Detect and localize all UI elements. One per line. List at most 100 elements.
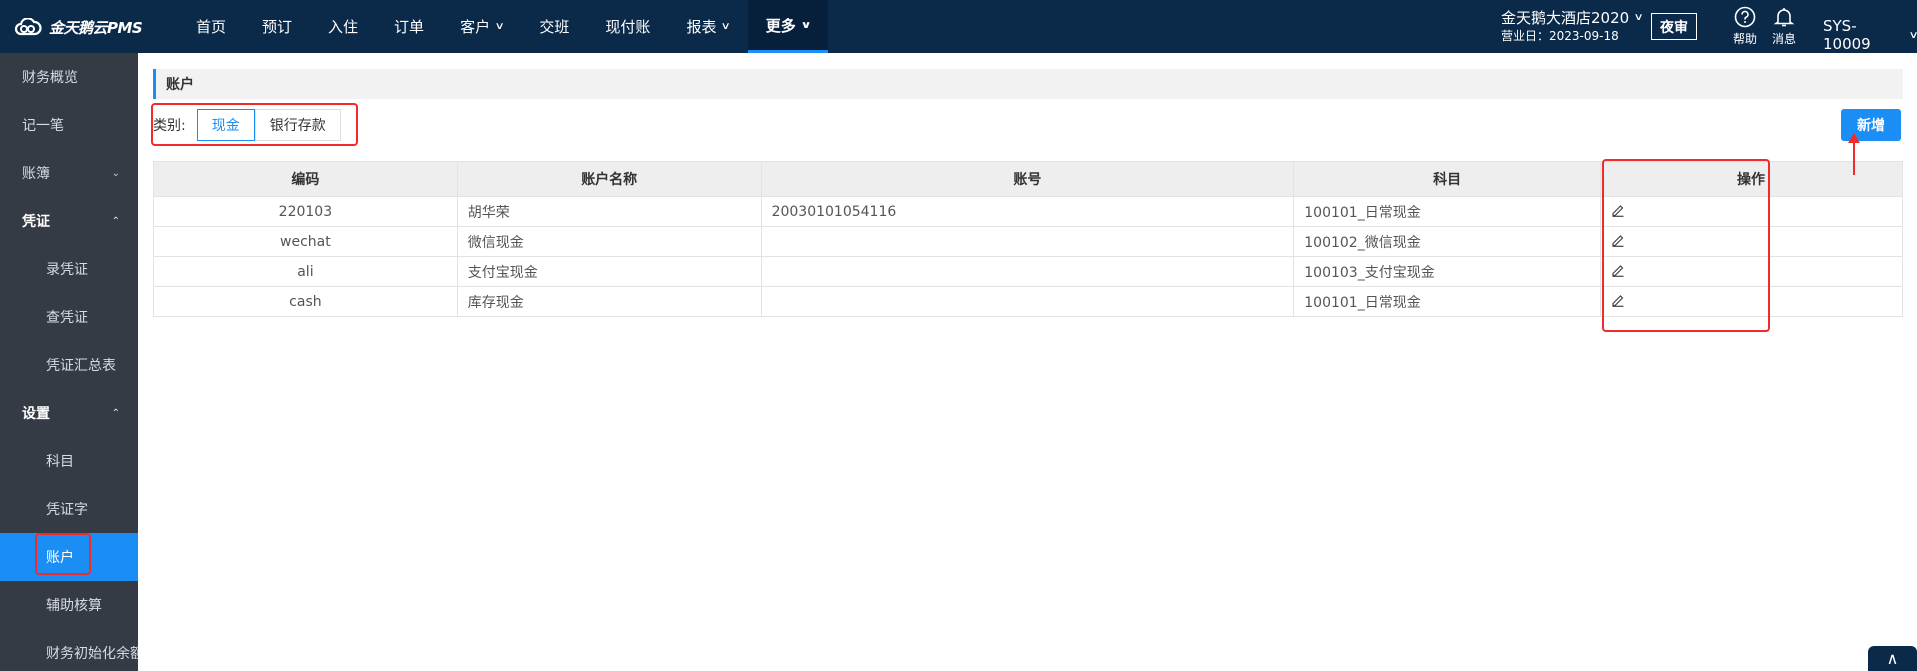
table-cell: 支付宝现金 — [456, 256, 762, 287]
sidebar-item-label: 账户 — [46, 550, 74, 566]
actions-cell — [1600, 256, 1903, 287]
sidebar-item-label: 录凭证 — [46, 262, 88, 278]
help-button[interactable]: 帮助 — [1727, 6, 1763, 47]
accounts-table: 编码 账户名称 账号 科目 操作 220103 胡华荣 20030101054116 1001… — [153, 161, 1903, 317]
category-segmented-control: 现金 银行存款 — [196, 108, 341, 141]
table-body: 220103 胡华荣 20030101054116 100101_日常现金 wechat… — [153, 196, 1903, 317]
table-cell: 20030101054116 — [760, 196, 1295, 227]
table-cell: 100102_微信现金 — [1293, 226, 1602, 257]
hotel-name: 金天鹅大酒店2020 — [1501, 9, 1630, 27]
sidebar-item[interactable]: 账户 — [0, 533, 138, 581]
nav-item[interactable]: 更多 ∨ — [747, 0, 828, 53]
category-filter: 类别: 现金 银行存款 — [153, 108, 341, 141]
nav-item[interactable]: 报表 ∨ — [668, 0, 747, 53]
sidebar-item[interactable]: 科目 — [0, 437, 138, 485]
actions-cell — [1600, 226, 1903, 257]
nav-item[interactable]: 交班 — [521, 0, 587, 53]
column-header: 账号 — [760, 161, 1295, 197]
column-header: 科目 — [1293, 161, 1602, 197]
sidebar-item[interactable]: 凭证汇总表 — [0, 341, 138, 389]
table-cell: ali — [153, 256, 458, 287]
table-cell — [760, 286, 1295, 317]
nav-item-label: 更多 — [765, 16, 796, 35]
main-nav: 首页 预订 入住 订单 客户 ∨ 交班 现付账 报表 ∨ 更多 ∨ — [178, 0, 828, 53]
nav-item[interactable]: 入住 — [310, 0, 376, 53]
sidebar-item[interactable]: 查凭证 — [0, 293, 138, 341]
chevron-down-icon: ⌄ — [111, 167, 120, 179]
table-cell — [760, 256, 1295, 287]
category-option[interactable]: 银行存款 — [254, 108, 341, 141]
nav-item[interactable]: 订单 — [376, 0, 442, 53]
user-name: SYS-10009 — [1823, 17, 1871, 53]
column-header: 操作 — [1600, 161, 1903, 197]
table-cell: 100103_支付宝现金 — [1293, 256, 1602, 287]
app-logo[interactable]: 金天鹅云PMS — [13, 16, 143, 38]
cloud-icon — [14, 18, 42, 36]
chevron-down-icon: ∨ — [800, 19, 812, 31]
hotel-selector[interactable]: 金天鹅大酒店2020 ∨ 营业日：2023-09-18 — [1501, 9, 1644, 45]
sidebar-item[interactable]: 财务初始化余额 — [0, 629, 138, 671]
sidebar-item-label: 凭证 — [22, 214, 50, 230]
table-row: wechat 微信现金 100102_微信现金 — [153, 226, 1903, 257]
actions-cell — [1600, 286, 1903, 317]
table-cell: 100101_日常现金 — [1293, 286, 1602, 317]
edit-icon[interactable] — [1611, 263, 1625, 277]
sidebar-item[interactable]: 凭证 ⌃ — [0, 197, 138, 245]
nav-item-label: 订单 — [394, 18, 425, 36]
column-header: 账户名称 — [456, 161, 762, 197]
sidebar-item[interactable]: 账簿 ⌄ — [0, 149, 138, 197]
sidebar: 财务概览记一笔账簿 ⌄ 凭证 ⌃ 录凭证查凭证凭证汇总表 设置 ⌃ 科目凭证字账户辅助核算财务… — [0, 53, 138, 671]
actions-cell — [1600, 196, 1903, 227]
user-menu[interactable]: SYS-10009 ∨ — [1823, 17, 1917, 53]
nav-item[interactable]: 首页 — [178, 0, 244, 53]
sidebar-item[interactable]: 设置 ⌃ — [0, 389, 138, 437]
sidebar-item-label: 查凭证 — [46, 310, 88, 326]
nav-item[interactable]: 客户 ∨ — [442, 0, 521, 53]
chevron-up-icon: ⌃ — [111, 215, 120, 227]
sidebar-item[interactable]: 记一笔 — [0, 101, 138, 149]
nav-item[interactable]: 现付账 — [587, 0, 668, 53]
scroll-to-top-button[interactable]: ∧ — [1868, 646, 1917, 671]
sidebar-item-label: 凭证字 — [46, 502, 88, 518]
nav-item-label: 交班 — [539, 18, 570, 36]
edit-icon[interactable] — [1611, 293, 1625, 307]
category-option[interactable]: 现金 — [196, 108, 255, 141]
nav-item-label: 入住 — [328, 18, 359, 36]
table-header-row: 编码 账户名称 账号 科目 操作 — [153, 161, 1903, 197]
edit-icon[interactable] — [1611, 203, 1625, 217]
table-cell — [760, 226, 1295, 257]
column-header: 编码 — [153, 161, 458, 197]
table-cell: 220103 — [153, 196, 458, 227]
top-navbar: 金天鹅云PMS 首页 预订 入住 订单 客户 ∨ 交班 现付账 报表 ∨ 更多 ∨ 金天鹅大酒店202… — [0, 0, 1917, 53]
annotation-arrow — [1848, 133, 1860, 175]
table-cell: 100101_日常现金 — [1293, 196, 1602, 227]
edit-icon[interactable] — [1611, 233, 1625, 247]
night-audit-button[interactable]: 夜审 — [1651, 13, 1697, 40]
message-button[interactable]: 消息 — [1766, 6, 1802, 47]
sidebar-item-label: 财务初始化余额 — [46, 646, 138, 662]
sidebar-item-label: 记一笔 — [22, 118, 64, 134]
nav-item[interactable]: 预订 — [244, 0, 310, 53]
nav-item-label: 预订 — [262, 18, 293, 36]
main-content: 账户 类别: 现金 银行存款 新增 编码 账户名称 账号 科目 操作 220103 胡华荣 2… — [138, 53, 1917, 671]
sidebar-item-label: 账簿 — [22, 166, 50, 182]
sidebar-item-label: 科目 — [46, 454, 74, 470]
chevron-down-icon: ∨ — [1633, 12, 1644, 23]
sidebar-item[interactable]: 凭证字 — [0, 485, 138, 533]
nav-item-label: 首页 — [196, 18, 227, 36]
chevron-down-icon: ∨ — [494, 21, 505, 32]
chevron-up-icon: ⌃ — [111, 407, 120, 419]
sidebar-item[interactable]: 辅助核算 — [0, 581, 138, 629]
sidebar-item[interactable]: 录凭证 — [0, 245, 138, 293]
filter-label: 类别: — [153, 117, 186, 134]
help-circle-icon — [1734, 6, 1756, 28]
sidebar-item[interactable]: 财务概览 — [0, 53, 138, 101]
table-cell: cash — [153, 286, 458, 317]
table-row: 220103 胡华荣 20030101054116 100101_日常现金 — [153, 196, 1903, 227]
table-cell: 库存现金 — [456, 286, 762, 317]
business-date: 营业日：2023-09-18 — [1501, 29, 1619, 43]
nav-item-label: 现付账 — [605, 18, 651, 36]
chevron-up-icon: ∧ — [1886, 649, 1899, 668]
sidebar-item-label: 财务概览 — [22, 70, 78, 86]
chevron-down-icon: ∨ — [720, 21, 732, 32]
